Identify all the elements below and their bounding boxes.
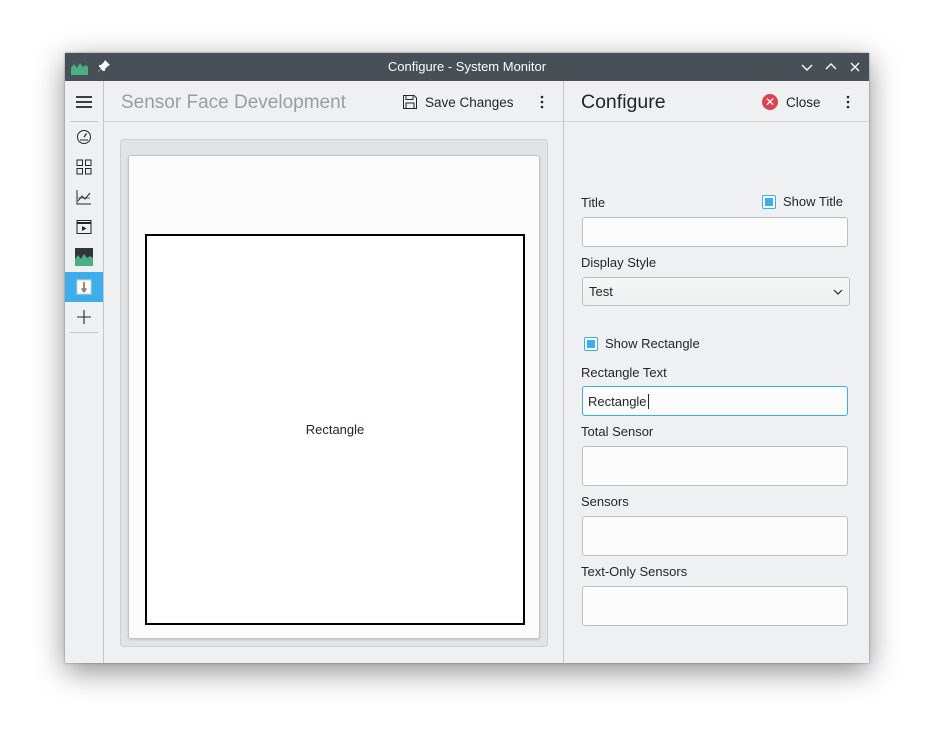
window-play-icon — [76, 220, 92, 234]
display-style-select[interactable]: Test — [582, 277, 850, 306]
maximize-button[interactable] — [824, 60, 838, 74]
plus-icon — [77, 310, 91, 324]
close-label: Close — [786, 94, 821, 110]
sensors-field[interactable] — [582, 516, 848, 556]
window-title: Configure - System Monitor — [387, 59, 547, 74]
text-only-sensors-field[interactable] — [582, 586, 848, 626]
rectangle-text-input-value: Rectangle — [588, 393, 647, 409]
close-window-button[interactable] — [848, 60, 862, 74]
title-bar: Configure - System Monitor — [65, 53, 869, 81]
show-title-check[interactable] — [762, 194, 776, 209]
line-chart-icon — [76, 190, 91, 205]
grid-icon — [76, 159, 92, 175]
sidebar-item-sensor-face-development[interactable] — [65, 272, 103, 302]
kebab-menu-icon — [846, 95, 850, 109]
sidebar-item-system-monitor[interactable] — [65, 242, 103, 272]
title-input[interactable] — [582, 217, 848, 247]
total-sensor-field[interactable] — [582, 446, 848, 486]
sidebar-item-history[interactable] — [65, 182, 103, 212]
menu-icon — [76, 96, 92, 108]
display-style-value: Test — [589, 284, 613, 299]
add-page-button[interactable] — [65, 302, 103, 332]
close-button[interactable]: ✕ Close — [762, 90, 821, 114]
sidebar-item-applications[interactable] — [65, 152, 103, 182]
preview-rectangle-text: Rectangle — [305, 422, 365, 437]
sidebar-divider — [70, 332, 98, 333]
total-sensor-label: Total Sensor — [581, 424, 654, 439]
preview-rectangle: Rectangle — [145, 234, 525, 625]
minimize-button[interactable] — [800, 60, 814, 74]
kebab-menu-icon — [540, 95, 544, 109]
show-rectangle-check[interactable] — [584, 336, 598, 351]
text-cursor — [647, 393, 649, 409]
editor-overflow-menu-button[interactable] — [534, 90, 550, 114]
sidebar-item-overview[interactable] — [65, 122, 103, 152]
sensors-label: Sensors — [581, 494, 629, 509]
configure-panel: Configure ✕ Close Title Show Title Displ… — [564, 81, 869, 663]
show-title-checkbox[interactable]: Show Title — [762, 194, 843, 209]
page-title: Sensor Face Development — [121, 92, 346, 113]
configure-header: Configure ✕ Close — [564, 81, 869, 122]
configure-title: Configure — [581, 91, 666, 113]
show-rectangle-label: Show Rectangle — [605, 336, 700, 351]
sensor-face-card[interactable]: Rectangle — [128, 155, 540, 639]
rectangle-text-input[interactable]: Rectangle — [582, 386, 848, 416]
editor-header: Sensor Face Development Save Changes — [104, 81, 563, 122]
app-window: Configure - System Monitor Sensor Face D… — [65, 53, 869, 663]
title-label: Title — [581, 195, 606, 210]
show-title-label: Show Title — [783, 194, 843, 209]
close-circle-icon: ✕ — [762, 94, 778, 110]
chevron-down-icon — [833, 289, 843, 295]
editor-panel: Sensor Face Development Save Changes Rec… — [104, 81, 563, 663]
area-chart-icon — [75, 248, 93, 266]
rectangle-text-label: Rectangle Text — [581, 365, 667, 380]
brush-icon — [76, 279, 92, 295]
save-icon — [403, 95, 417, 109]
text-only-sensors-label: Text-Only Sensors — [581, 564, 688, 579]
preview-area: Rectangle — [120, 139, 548, 647]
save-changes-button[interactable]: Save Changes — [402, 90, 514, 114]
rectangle-text-input-value-wrap: Rectangle — [588, 387, 649, 415]
save-changes-label: Save Changes — [425, 94, 514, 110]
sidebar-item-processes[interactable] — [65, 212, 103, 242]
configure-overflow-menu-button[interactable] — [840, 90, 856, 114]
show-rectangle-checkbox[interactable]: Show Rectangle — [584, 336, 700, 351]
sidebar — [65, 81, 104, 663]
display-style-label: Display Style — [581, 255, 657, 270]
menu-button[interactable] — [65, 87, 103, 117]
gauge-icon — [77, 130, 91, 144]
